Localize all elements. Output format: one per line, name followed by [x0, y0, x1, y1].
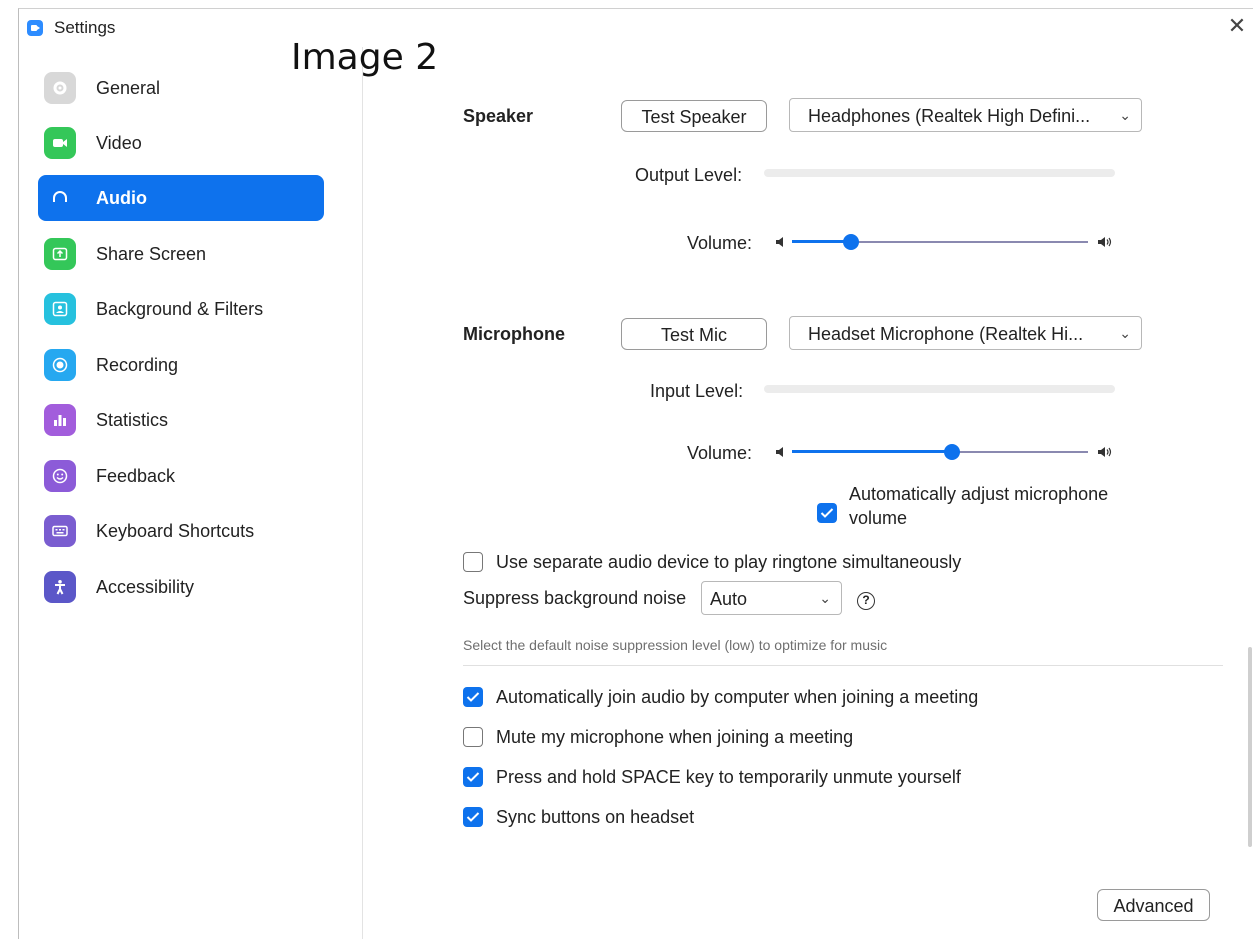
volume-high-icon: [1096, 235, 1114, 254]
person-frame-icon: [44, 293, 76, 325]
bar-chart-icon: [44, 404, 76, 436]
chevron-down-icon: ⌄: [1119, 107, 1131, 123]
sidebar-item-audio[interactable]: Audio: [38, 175, 324, 221]
title-bar: Settings ✕: [19, 9, 1253, 47]
zoom-app-icon: [27, 20, 43, 36]
auto-adjust-mic-checkbox[interactable]: [817, 503, 837, 523]
test-mic-button[interactable]: Test Mic: [621, 318, 767, 350]
scrollbar[interactable]: [1248, 647, 1252, 847]
auto-join-audio-label: Automatically join audio by computer whe…: [496, 687, 979, 707]
sidebar-item-label: Video: [96, 133, 142, 153]
sidebar-item-recording[interactable]: Recording: [38, 342, 324, 388]
sidebar-item-label: Accessibility: [96, 577, 195, 597]
speaker-heading: Speaker: [463, 106, 534, 126]
accessibility-icon: [44, 571, 76, 603]
sidebar-item-label: Share Screen: [96, 244, 207, 264]
mute-on-join-label: Mute my microphone when joining a meetin…: [496, 727, 854, 747]
sidebar-item-background-filters[interactable]: Background & Filters: [38, 286, 324, 332]
suppress-noise-label: Suppress background noise: [463, 588, 687, 608]
volume-low-icon: [774, 235, 788, 254]
separate-ringtone-label: Use separate audio device to play ringto…: [496, 552, 962, 572]
speaker-device-select[interactable]: Headphones (Realtek High Defini... ⌄: [789, 98, 1142, 132]
speaker-device-value: Headphones (Realtek High Defini...: [808, 106, 1091, 126]
sidebar-item-general[interactable]: General: [38, 65, 324, 111]
sidebar-item-label: Feedback: [96, 466, 176, 486]
slider-knob[interactable]: [943, 444, 960, 460]
section-divider: [463, 665, 1223, 666]
suppress-noise-select[interactable]: Auto ⌄: [701, 581, 842, 615]
microphone-device-value: Headset Microphone (Realtek Hi...: [808, 324, 1084, 344]
sync-headset-label: Sync buttons on headset: [496, 807, 695, 827]
microphone-volume-slider[interactable]: [792, 442, 1088, 462]
sidebar-item-keyboard-shortcuts[interactable]: Keyboard Shortcuts: [38, 508, 324, 554]
auto-join-audio-checkbox[interactable]: [463, 687, 483, 707]
window-title: Settings: [54, 18, 116, 37]
auto-adjust-mic-label-line2: volume: [849, 508, 908, 528]
sidebar-item-accessibility[interactable]: Accessibility: [38, 564, 324, 610]
microphone-heading: Microphone: [463, 324, 565, 344]
sidebar-item-label: General: [96, 78, 161, 98]
microphone-device-select[interactable]: Headset Microphone (Realtek Hi... ⌄: [789, 316, 1142, 350]
sidebar-item-label: Background & Filters: [96, 299, 264, 319]
sidebar-item-label: Statistics: [96, 410, 169, 430]
help-icon[interactable]: ?: [857, 592, 875, 610]
sidebar-item-feedback[interactable]: Feedback: [38, 453, 324, 499]
microphone-volume-label: Volume:: [687, 443, 753, 463]
sidebar-item-statistics[interactable]: Statistics: [38, 397, 324, 443]
chevron-down-icon: ⌄: [819, 590, 831, 606]
output-level-bar: [764, 169, 1115, 177]
auto-adjust-mic-label: Automatically adjust microphone: [849, 484, 1109, 504]
test-speaker-button[interactable]: Test Speaker: [621, 100, 767, 132]
sidebar-item-label: Audio: [96, 188, 147, 208]
mute-on-join-checkbox[interactable]: [463, 727, 483, 747]
sidebar-item-label: Recording: [96, 355, 179, 375]
speaker-volume-slider[interactable]: [792, 232, 1088, 252]
input-level-bar: [764, 385, 1115, 393]
sidebar-item-label: Keyboard Shortcuts: [96, 521, 255, 541]
keyboard-icon: [44, 515, 76, 547]
headphones-icon: [44, 182, 76, 214]
settings-window: Settings ✕ General Video Audio Share Scr…: [18, 8, 1253, 939]
input-level-label: Input Level:: [650, 381, 744, 401]
speaker-volume-label: Volume:: [687, 233, 753, 253]
close-button[interactable]: ✕: [1222, 11, 1252, 41]
separate-ringtone-checkbox[interactable]: [463, 552, 483, 572]
suppress-noise-value: Auto: [710, 589, 748, 609]
slider-fill: [792, 450, 952, 453]
smiley-icon: [44, 460, 76, 492]
output-level-label: Output Level:: [635, 165, 743, 185]
space-unmute-checkbox[interactable]: [463, 767, 483, 787]
sidebar-item-share-screen[interactable]: Share Screen: [38, 231, 324, 277]
chevron-down-icon: ⌄: [1119, 325, 1131, 341]
audio-settings-panel: Speaker Test Speaker Headphones (Realtek…: [363, 47, 1253, 939]
record-icon: [44, 349, 76, 381]
advanced-button[interactable]: Advanced: [1097, 889, 1210, 921]
volume-high-icon: [1096, 445, 1114, 464]
share-screen-icon: [44, 238, 76, 270]
image-caption: Image 2: [291, 37, 439, 78]
sync-headset-checkbox[interactable]: [463, 807, 483, 827]
volume-low-icon: [774, 445, 788, 464]
noise-suppression-hint: Select the default noise suppression lev…: [463, 637, 888, 653]
slider-knob[interactable]: [843, 234, 860, 250]
video-camera-icon: [44, 127, 76, 159]
gear-icon: [44, 72, 76, 104]
settings-sidebar: General Video Audio Share Screen Backgro…: [19, 47, 363, 939]
space-unmute-label: Press and hold SPACE key to temporarily …: [496, 767, 961, 787]
sidebar-item-video[interactable]: Video: [38, 120, 324, 166]
